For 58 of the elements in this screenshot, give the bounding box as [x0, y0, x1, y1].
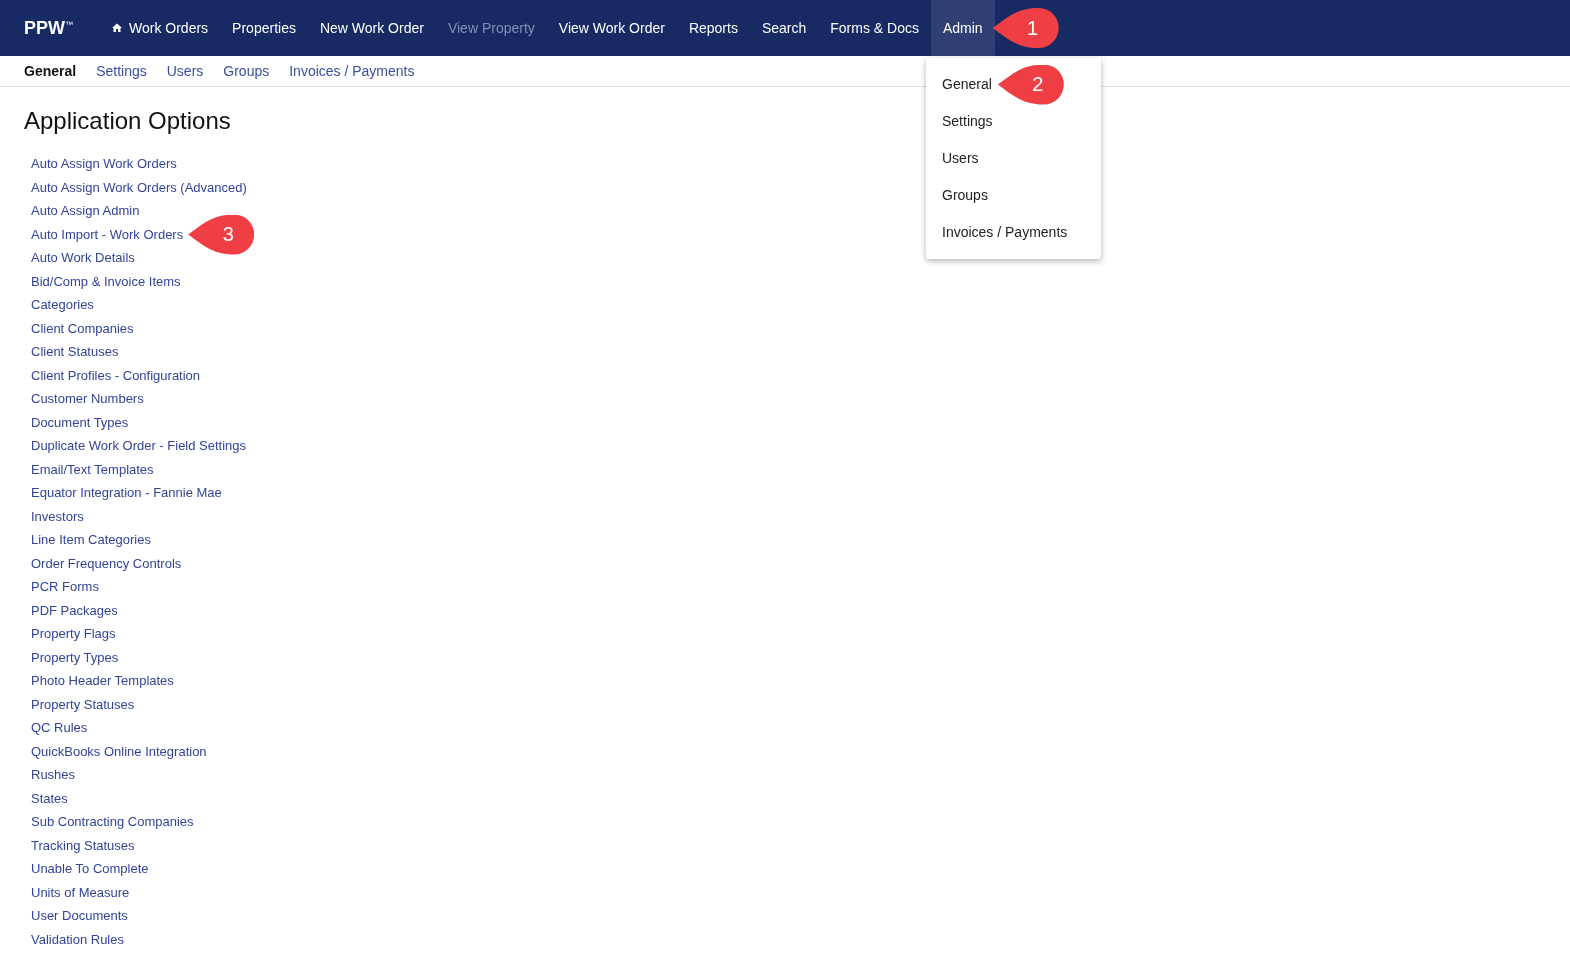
option-link[interactable]: Auto Work Details: [31, 249, 135, 267]
option-link[interactable]: Investors: [31, 507, 84, 526]
option-link[interactable]: Bid/Comp & Invoice Items: [31, 272, 181, 291]
nav-item[interactable]: Forms & Docs: [818, 0, 931, 56]
option-link[interactable]: Client Companies: [31, 319, 134, 338]
option-link[interactable]: PCR Forms: [31, 578, 99, 596]
option-link[interactable]: Property Flags: [31, 625, 116, 643]
menu-item[interactable]: General: [926, 66, 992, 103]
sub-tab[interactable]: Invoices / Payments: [289, 63, 415, 79]
callout-badge: 2: [997, 64, 1064, 105]
brand-logo[interactable]: PPW$^{™}$: [24, 17, 73, 39]
option-link[interactable]: Units of Measure: [31, 883, 130, 902]
menu-item[interactable]: Settings: [926, 103, 993, 140]
nav-item[interactable]: Properties: [220, 0, 308, 56]
home-icon: [111, 22, 123, 34]
option-link[interactable]: Photo Header Templates: [31, 672, 174, 690]
option-link[interactable]: Duplicate Work Order - Field Settings: [31, 437, 247, 455]
option-link[interactable]: Document Types: [31, 413, 129, 432]
option-link[interactable]: Auto Assign Work Orders (Advanced): [31, 178, 247, 197]
option-link[interactable]: PDF Packages: [31, 601, 118, 620]
option-link[interactable]: Categories: [31, 296, 94, 314]
option-link[interactable]: Auto Import - Work Orders: [31, 225, 184, 244]
menu-item[interactable]: Users: [926, 140, 979, 177]
option-link[interactable]: Rushes: [31, 766, 76, 784]
nav-item[interactable]: Reports: [676, 0, 750, 56]
option-link[interactable]: Unable To Complete: [31, 860, 149, 878]
sub-tab[interactable]: Groups: [223, 63, 270, 79]
nav-item[interactable]: New Work Order: [307, 0, 436, 56]
option-link[interactable]: Email/Text Templates: [31, 460, 154, 479]
option-link[interactable]: Client Profiles - Configuration: [31, 366, 201, 385]
callout-badge: 3: [188, 214, 255, 255]
option-link[interactable]: Customer Numbers: [31, 390, 144, 408]
option-link[interactable]: Order Frequency Controls: [31, 554, 182, 573]
nav-item[interactable]: View Work Order: [546, 0, 677, 56]
menu-item[interactable]: Groups: [926, 177, 988, 214]
option-link[interactable]: States: [31, 789, 68, 808]
option-link[interactable]: Tracking Statuses: [31, 836, 135, 855]
option-link[interactable]: Client Statuses: [31, 343, 119, 361]
sub-tab[interactable]: Users: [166, 63, 204, 79]
nav-item[interactable]: Admin: [930, 0, 995, 56]
option-link[interactable]: QuickBooks Online Integration: [31, 742, 207, 761]
callout-badge: 1: [992, 8, 1059, 48]
menu-item[interactable]: Invoices / Payments: [926, 214, 1068, 251]
nav-item[interactable]: Work Orders: [99, 0, 221, 56]
nav-item[interactable]: Search: [749, 0, 819, 56]
option-link[interactable]: Property Types: [31, 648, 119, 667]
page-heading: Application Options: [24, 107, 231, 135]
option-link[interactable]: QC Rules: [31, 719, 88, 737]
option-link[interactable]: Auto Assign Work Orders: [31, 155, 177, 173]
option-link[interactable]: Sub Contracting Companies: [31, 813, 194, 831]
option-link[interactable]: Line Item Categories: [31, 531, 151, 549]
option-link[interactable]: Equator Integration - Fannie Mae: [31, 484, 222, 502]
option-link[interactable]: Property Statuses: [31, 695, 135, 714]
option-link[interactable]: Validation Rules: [31, 930, 124, 949]
sub-tab[interactable]: General: [24, 63, 77, 79]
option-link[interactable]: User Documents: [31, 907, 128, 925]
option-link[interactable]: Auto Assign Admin: [31, 202, 140, 220]
sub-tab[interactable]: Settings: [96, 63, 147, 79]
